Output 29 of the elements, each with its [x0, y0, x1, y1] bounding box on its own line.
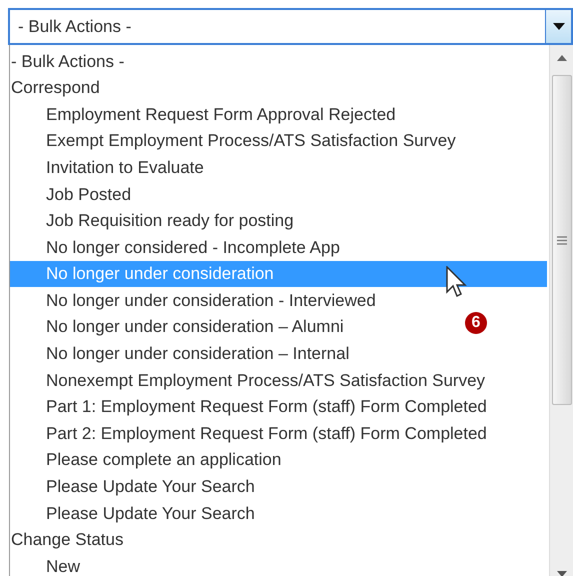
dropdown-option[interactable]: Part 1: Employment Request Form (staff) Form Completed	[10, 394, 487, 420]
mouse-pointer-icon	[446, 266, 468, 300]
dropdown-option[interactable]: No longer under consideration – Internal	[10, 340, 350, 368]
dropdown-option[interactable]: Please Update Your Search	[10, 500, 255, 527]
grip-icon	[557, 236, 567, 244]
dropdown-value: - Bulk Actions -	[17, 16, 132, 38]
dropdown-arrow-button[interactable]	[545, 10, 571, 43]
dropdown-option[interactable]: No longer under consideration – Alumni	[10, 314, 344, 341]
dropdown-option[interactable]: - Bulk Actions -	[10, 48, 124, 75]
dropdown-option[interactable]: Part 2: Employment Request Form (staff) Form Completed	[10, 420, 487, 447]
scrollbar[interactable]	[549, 45, 573, 576]
dropdown-option[interactable]: Nonexempt Employment Process/ATS Satisfaction Survey	[10, 367, 486, 394]
dropdown-option[interactable]: Correspond	[10, 74, 100, 102]
dropdown-option[interactable]: Job Requisition ready for posting	[10, 208, 294, 234]
caret-down-icon	[552, 23, 564, 30]
bulk-actions-dropdown[interactable]: - Bulk Actions -	[8, 8, 573, 45]
dropdown-option[interactable]: Please complete an application	[10, 446, 282, 474]
scroll-up-icon[interactable]	[556, 55, 566, 61]
dropdown-option[interactable]: No longer under consideration - Interviewed	[10, 287, 376, 314]
dropdown-option[interactable]: Invitation to Evaluate	[10, 154, 204, 181]
dropdown-option[interactable]: Change Status	[10, 526, 124, 554]
dropdown-option[interactable]: New	[10, 553, 80, 576]
scrollbar-thumb[interactable]	[552, 75, 572, 405]
dropdown-option[interactable]: No longer considered - Incomplete App	[10, 234, 340, 261]
dropdown-option[interactable]: Employment Request Form Approval Rejected	[10, 101, 396, 128]
scroll-down-icon[interactable]	[556, 571, 566, 576]
dropdown-option[interactable]: Job Posted	[10, 180, 132, 208]
dropdown-option[interactable]: Please Update Your Search	[10, 474, 255, 500]
dropdown-option[interactable]: Exempt Employment Process/ATS Satisfaction Survey	[10, 128, 456, 154]
